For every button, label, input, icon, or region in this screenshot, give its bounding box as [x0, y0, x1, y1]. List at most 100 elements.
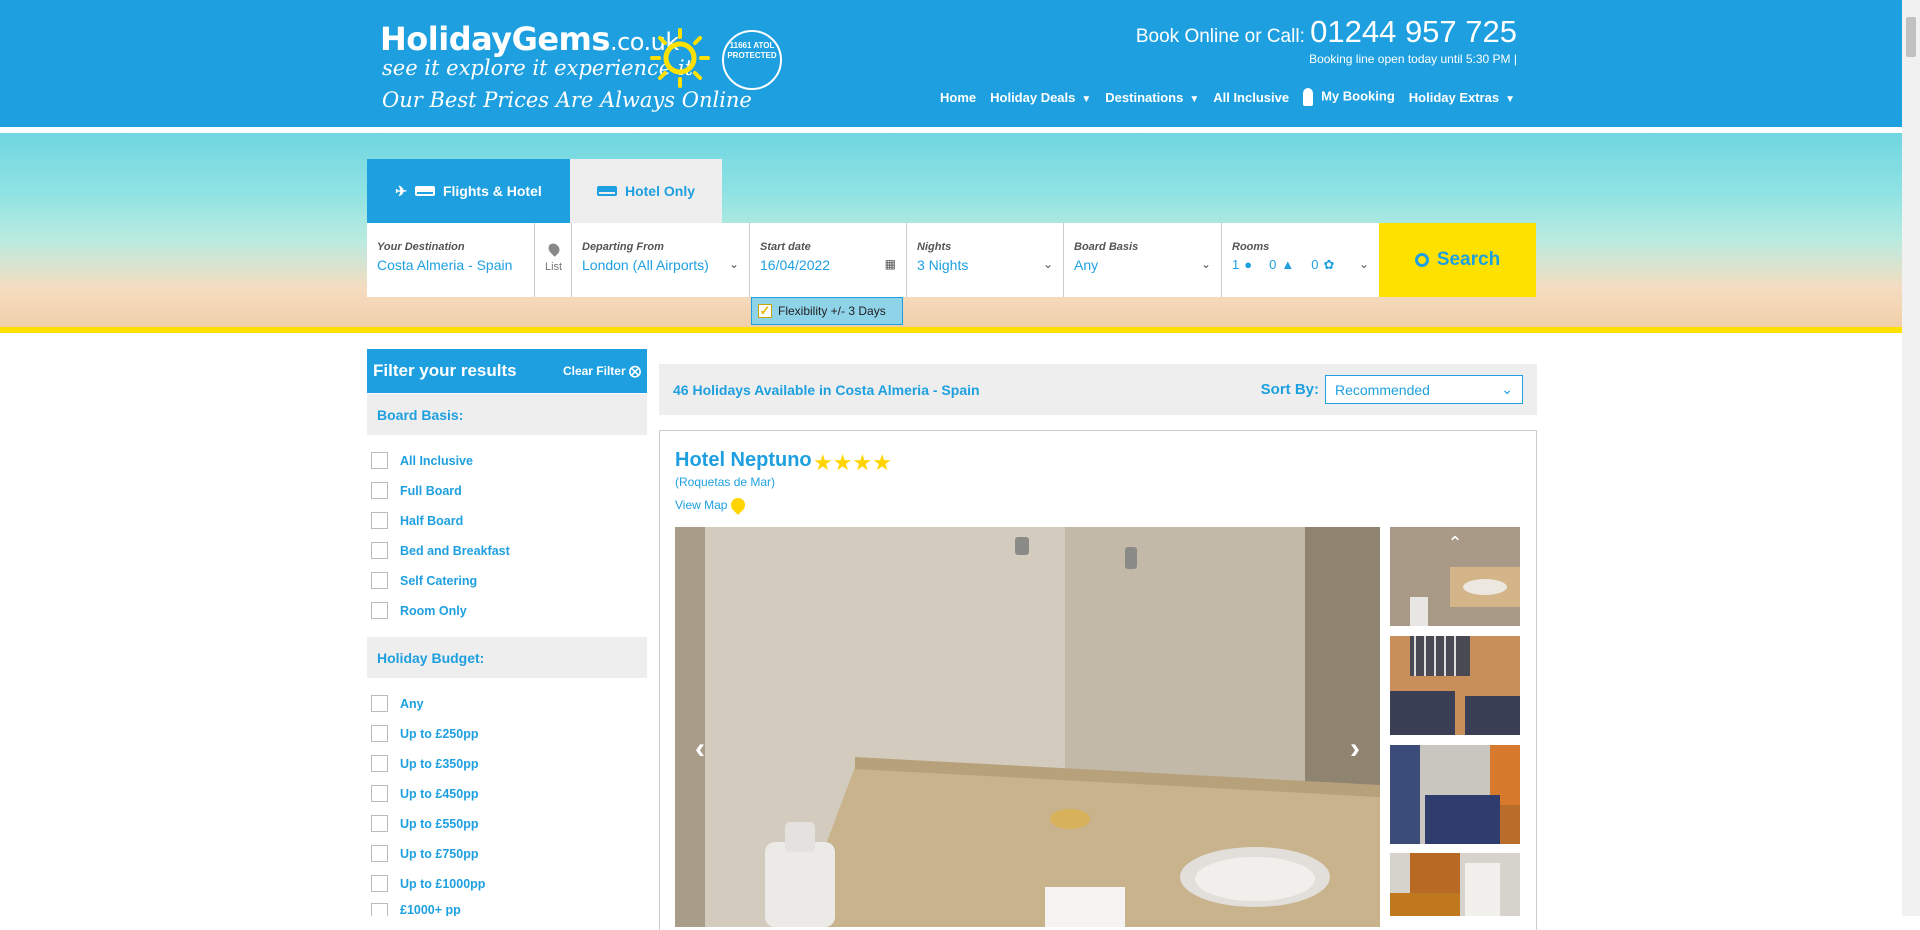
filter-budget-1000-plus[interactable]: £1000+ pp [371, 903, 461, 916]
hotel-location: (Roquetas de Mar) [675, 475, 776, 489]
clear-filter-button[interactable]: Clear Filter ⨂ [563, 364, 641, 378]
logo-slogan: Our Best Prices Are Always Online [382, 88, 752, 112]
nav-holiday-deals[interactable]: Holiday Deals ▼ [990, 90, 1091, 105]
search-button[interactable]: Search [1379, 223, 1536, 297]
map-pin-icon [728, 495, 749, 515]
board-basis-heading: Board Basis: [367, 394, 647, 435]
chevron-down-icon: ⌄ [1042, 257, 1053, 271]
flexibility-checkbox[interactable]: ✓ Flexibility +/- 3 Days [751, 297, 903, 325]
filter-budget-750[interactable]: Up to £750pp [371, 845, 479, 862]
rooms-select[interactable]: Rooms 1 ● 0 ▲ 0 ✿ ⌄ [1222, 223, 1379, 297]
search-form: Your Destination Costa Almeria - Spain L… [367, 223, 1379, 297]
list-button[interactable]: List [535, 223, 572, 297]
chevron-up-icon: ⌃ [1447, 533, 1462, 553]
search-icon [1414, 253, 1429, 267]
filter-budget-550[interactable]: Up to £550pp [371, 815, 479, 832]
checkbox[interactable] [371, 755, 388, 772]
tab-flights-hotel[interactable]: ✈ Flights & Hotel [367, 159, 570, 223]
plane-icon: ✈ [395, 182, 407, 199]
filter-half-board[interactable]: Half Board [371, 512, 463, 529]
photo-thumbnail[interactable] [1390, 853, 1520, 916]
chevron-down-icon: ⌄ [1501, 381, 1513, 397]
view-map-link[interactable]: View Map [675, 495, 749, 515]
star-icon: ★ [813, 450, 833, 475]
chevron-down-icon: ▼ [1505, 93, 1515, 105]
tab-hotel-only[interactable]: Hotel Only [570, 159, 722, 223]
nights-select[interactable]: Nights 3 Nights ⌄ [907, 223, 1064, 297]
departing-field[interactable]: Departing From London (All Airports) ⌄ [572, 223, 750, 297]
filter-budget-250[interactable]: Up to £250pp [371, 725, 479, 742]
photo-thumbnail[interactable] [1390, 745, 1520, 844]
checkbox[interactable] [371, 512, 388, 529]
checkbox[interactable] [371, 725, 388, 742]
bed-icon [414, 186, 435, 196]
checkbox[interactable] [371, 572, 388, 589]
star-icon: ★ [872, 450, 892, 475]
filter-all-inclusive[interactable]: All Inclusive [371, 452, 473, 469]
checkbox[interactable] [371, 903, 388, 916]
next-photo-button[interactable]: › [1350, 732, 1360, 766]
call-line: Book Online or Call: 01244 957 725 [1135, 14, 1517, 49]
checkbox[interactable] [371, 815, 388, 832]
start-date-field[interactable]: Start date 16/04/2022 ▦ [750, 223, 907, 297]
filter-full-board[interactable]: Full Board [371, 482, 462, 499]
booking-hours: Booking line open today until 5:30 PM | [1309, 52, 1517, 66]
hotel-main-photo: ‹ › [675, 527, 1380, 927]
filter-self-catering[interactable]: Self Catering [371, 572, 477, 589]
checkbox[interactable] [371, 602, 388, 619]
nav-home[interactable]: Home [940, 90, 976, 105]
infant-icon: ✿ [1323, 257, 1335, 272]
results-count: 46 Holidays Available in Costa Almeria -… [673, 381, 980, 398]
calendar-icon: ▦ [884, 257, 896, 271]
nav-all-inclusive[interactable]: All Inclusive [1213, 90, 1289, 105]
sort-control: Sort By: Recommended ⌄ [1261, 375, 1523, 404]
filter-bed-breakfast[interactable]: Bed and Breakfast [371, 542, 510, 559]
star-icon: ★ [832, 450, 853, 475]
adult-icon: ● [1244, 257, 1253, 272]
chevron-down-icon: ▼ [1081, 93, 1092, 105]
bed-icon [596, 186, 617, 196]
atol-badge: 11661 ATOL PROTECTED [722, 30, 782, 90]
budget-heading: Holiday Budget: [367, 637, 647, 678]
checkbox[interactable] [371, 482, 388, 499]
checkbox[interactable] [371, 785, 388, 802]
checkbox[interactable] [371, 875, 388, 892]
check-icon: ✓ [758, 303, 772, 318]
logo[interactable]: HolidayGems.co.uk [380, 20, 679, 58]
checkbox[interactable] [371, 452, 388, 469]
scrollbar[interactable] [1902, 0, 1920, 916]
chevron-down-icon: ⌄ [1200, 257, 1211, 271]
filter-budget-450[interactable]: Up to £450pp [371, 785, 479, 802]
star-icon: ★ [852, 450, 873, 475]
bathroom-photo [675, 527, 1380, 927]
nav-my-booking[interactable]: My Booking [1303, 88, 1395, 106]
filter-budget-any[interactable]: Any [371, 695, 424, 712]
destination-field[interactable]: Your Destination Costa Almeria - Spain [367, 223, 535, 297]
hotel-name[interactable]: Hotel Neptuno [675, 449, 812, 472]
results-bar: 46 Holidays Available in Costa Almeria -… [659, 364, 1537, 415]
chevron-down-icon: ▼ [1189, 93, 1200, 105]
checkbox[interactable] [371, 695, 388, 712]
nav-destinations[interactable]: Destinations ▼ [1105, 90, 1199, 105]
photo-thumbnail[interactable]: ⌃ [1390, 527, 1520, 626]
prev-photo-button[interactable]: ‹ [695, 732, 705, 766]
checkbox[interactable] [371, 845, 388, 862]
nav-holiday-extras[interactable]: Holiday Extras ▼ [1409, 90, 1515, 105]
scrollbar-thumb[interactable] [1906, 17, 1916, 57]
star-rating: ★★★★ [813, 450, 892, 476]
user-icon [1303, 88, 1314, 106]
sort-select[interactable]: Recommended ⌄ [1325, 375, 1523, 404]
close-circle-icon: ⨂ [629, 364, 641, 378]
sun-icon [650, 28, 710, 88]
photo-thumbnail[interactable] [1390, 636, 1520, 735]
board-basis-select[interactable]: Board Basis Any ⌄ [1064, 223, 1222, 297]
checkbox[interactable] [371, 542, 388, 559]
filter-budget-350[interactable]: Up to £350pp [371, 755, 479, 772]
map-pin-icon [546, 241, 562, 257]
chevron-down-icon: ⌄ [728, 257, 739, 271]
site-header: HolidayGems.co.uk see it explore it expe… [0, 0, 1902, 130]
phone-number[interactable]: 01244 957 725 [1310, 14, 1517, 49]
main-nav: Home Holiday Deals ▼ Destinations ▼ All In… [940, 88, 1515, 106]
filter-room-only[interactable]: Room Only [371, 602, 467, 619]
filter-budget-1000[interactable]: Up to £1000pp [371, 875, 485, 892]
